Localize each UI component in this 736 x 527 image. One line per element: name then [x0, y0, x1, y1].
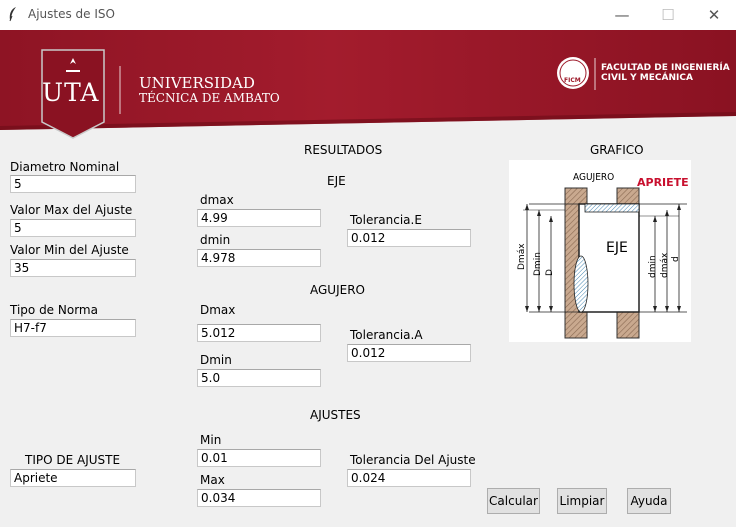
minimize-button[interactable]: — [602, 3, 642, 27]
tolerancia-a-output[interactable]: 0.012 [347, 344, 471, 362]
min-label: Min [200, 433, 222, 447]
banner-background [0, 30, 736, 148]
tolerancia-ajuste-output[interactable]: 0.024 [347, 469, 471, 487]
faculty-name-line2: CIVIL Y MECÁNICA [601, 73, 693, 83]
calcular-button[interactable]: Calcular [487, 488, 540, 514]
ficm-seal: FICM [564, 77, 581, 84]
tipo-norma-input[interactable]: H7-f7 [10, 319, 136, 337]
Dmax-output[interactable]: 5.012 [197, 324, 321, 342]
resultados-header: RESULTADOS [304, 143, 383, 157]
university-name-line2: TÉCNICA DE AMBATO [139, 91, 280, 105]
ajustes-header: AJUSTES [310, 408, 361, 422]
dim-D: D [545, 269, 555, 276]
maximize-button[interactable]: ☐ [648, 3, 688, 27]
valor-max-input[interactable]: 5 [10, 219, 136, 237]
agujero-text: AGUJERO [573, 172, 615, 183]
dim-dmin: dmin [648, 255, 658, 278]
valor-min-input[interactable]: 35 [10, 259, 136, 277]
Dmin-output[interactable]: 5.0 [197, 369, 321, 387]
university-banner: UTA UNIVERSIDAD TÉCNICA DE AMBATO FICM F… [0, 30, 736, 148]
title-bar: Ajustes de ISO — ☐ ✕ [0, 0, 736, 30]
dim-Dmin: Dmin [533, 252, 543, 276]
tolerancia-e-output[interactable]: 0.012 [347, 229, 471, 247]
close-icon: ✕ [707, 6, 721, 24]
faculty-name-line1: FACULTAD DE INGENIERÍA [601, 63, 730, 73]
fit-diagram: AGUJERO APRIETE EJE Dmáx Dmin D dmin dmá… [509, 160, 691, 342]
tolerancia-a-label: Tolerancia.A [350, 328, 423, 342]
dim-Dmax: Dmáx [517, 243, 527, 270]
agujero-header: AGUJERO [310, 283, 365, 297]
diametro-input[interactable]: 5 [10, 175, 136, 193]
valor-max-label: Valor Max del Ajuste [10, 203, 133, 217]
tolerancia-ajuste-label: Tolerancia Del Ajuste [350, 453, 476, 467]
close-button[interactable]: ✕ [694, 3, 734, 27]
dmin-output[interactable]: 4.978 [197, 249, 321, 267]
window-title: Ajustes de ISO [28, 7, 115, 21]
maximize-icon: ☐ [661, 6, 675, 24]
eje-header: EJE [327, 174, 346, 188]
uta-logo-text: UTA [42, 78, 100, 107]
max-output[interactable]: 0.034 [197, 489, 321, 507]
university-name-line1: UNIVERSIDAD [139, 74, 255, 92]
Dmax-label: Dmax [200, 303, 236, 317]
min-output[interactable]: 0.01 [197, 449, 321, 467]
dmax-label: dmax [200, 193, 234, 207]
feather-icon [9, 7, 16, 22]
dim-d: d [671, 256, 681, 262]
dim-dmax: dmáx [660, 252, 670, 278]
apriete-text: APRIETE [637, 176, 689, 189]
grafico-header: GRAFICO [590, 143, 644, 157]
ayuda-button[interactable]: Ayuda [627, 488, 671, 514]
tipo-ajuste-label: TIPO DE AJUSTE [25, 453, 121, 467]
tipo-ajuste-output[interactable]: Apriete [10, 469, 136, 487]
dmax-output[interactable]: 4.99 [197, 209, 321, 227]
diametro-label: Diametro Nominal [10, 160, 120, 174]
valor-min-label: Valor Min del Ajuste [10, 243, 129, 257]
tolerancia-e-label: Tolerancia.E [350, 213, 422, 227]
max-label: Max [200, 473, 225, 487]
eje-text: EJE [606, 240, 628, 256]
tipo-norma-label: Tipo de Norma [10, 303, 98, 317]
minimize-icon: — [614, 6, 630, 24]
Dmin-label: Dmin [200, 353, 232, 367]
dmin-label: dmin [200, 233, 231, 247]
limpiar-button[interactable]: Limpiar [557, 488, 607, 514]
